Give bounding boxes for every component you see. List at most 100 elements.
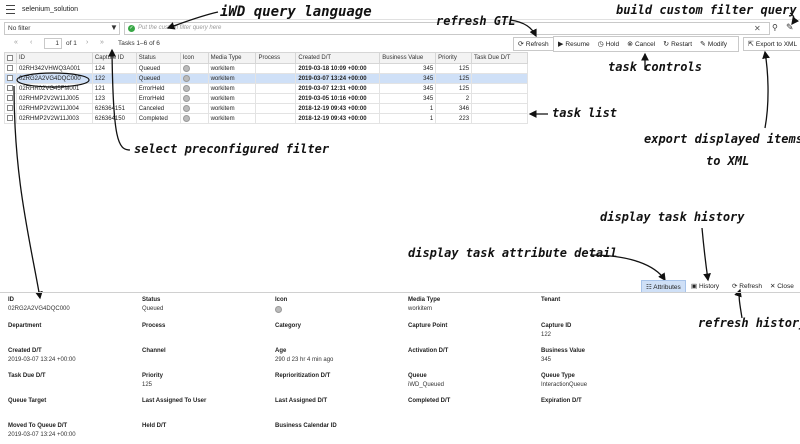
- export-xml-button[interactable]: ⇱ Export to XML: [743, 37, 800, 51]
- column-header[interactable]: Task Due D/T: [471, 52, 528, 64]
- column-header[interactable]: Created D/T: [295, 52, 381, 64]
- cell-capture-id: 124: [91, 63, 137, 74]
- menu-icon[interactable]: [6, 5, 15, 14]
- filter-select[interactable]: No filter: [4, 22, 120, 35]
- attr-label: Moved To Queue D/T: [8, 423, 68, 429]
- gear-icon: [179, 93, 209, 104]
- attr-label: Icon: [275, 297, 288, 303]
- gear-icon: [179, 83, 209, 94]
- cell-status: Queued: [135, 73, 181, 84]
- row-checkbox[interactable]: [4, 83, 17, 94]
- clear-icon[interactable]: ✕: [754, 24, 761, 33]
- refresh-icon: ⟳: [518, 41, 524, 48]
- clock-icon: ◷: [597, 41, 604, 48]
- attr-label: Queue: [408, 373, 427, 379]
- first-page-button[interactable]: «: [14, 39, 18, 46]
- cell-status: Canceled: [135, 103, 181, 114]
- resume-button[interactable]: ▶ Resume: [554, 40, 594, 48]
- attr-value: Queued: [142, 306, 164, 312]
- next-page-button[interactable]: ›: [86, 39, 88, 46]
- filter-dropdown-icon[interactable]: ▼: [110, 23, 118, 32]
- cell-status: ErrorHeld: [135, 93, 181, 104]
- modify-button[interactable]: ✎ Modify: [696, 40, 731, 48]
- refresh-list-button[interactable]: ⟳ Refresh: [513, 37, 554, 51]
- history-tab-label: History: [698, 283, 720, 290]
- search-icon[interactable]: ⚲: [772, 23, 778, 32]
- filter-builder-icon[interactable]: ✎: [786, 22, 794, 33]
- cell-id: 02RHMP2V2W11J005: [15, 93, 93, 104]
- cell-media-type: workitem: [207, 103, 257, 114]
- table-row[interactable]: 02RG2A2VG4DQC000 122 Queued workitem 201…: [4, 73, 528, 84]
- gear-icon: [179, 73, 209, 84]
- restart-button[interactable]: ↻ Restart: [659, 40, 696, 48]
- attr-label: Department: [8, 323, 42, 329]
- cell-due: [471, 63, 528, 74]
- attr-label: Reprioritization D/T: [275, 373, 331, 379]
- cell-created: 2019-03-07 13:24 +00:00: [295, 73, 381, 84]
- annotation-refresh-gtl: refresh GTL: [436, 14, 516, 28]
- cell-business-value: 1: [379, 113, 437, 124]
- row-checkbox[interactable]: [4, 113, 17, 124]
- refresh-history-label: Refresh: [739, 283, 763, 290]
- column-header[interactable]: Media Type: [207, 52, 257, 64]
- annotation-export-line2: to XML: [706, 154, 750, 168]
- table-row[interactable]: 02RHMP2V2W11J005 123 ErrorHeld workitem …: [4, 93, 528, 104]
- column-header[interactable]: Business Value: [379, 52, 437, 64]
- query-valid-icon: ✓: [128, 25, 135, 32]
- attr-label: Activation D/T: [408, 348, 449, 354]
- attr-value: 2019-03-07 13:24 +00:00: [8, 357, 76, 363]
- resume-label: Resume: [565, 41, 590, 48]
- cancel-button[interactable]: ⊗ Cancel: [623, 40, 659, 48]
- annotation-preconfigured-filter: select preconfigured filter: [134, 142, 330, 156]
- attr-value: iWD_Queued: [408, 382, 445, 388]
- attr-label: Created D/T: [8, 348, 42, 354]
- select-all-checkbox[interactable]: [4, 52, 17, 64]
- attr-value: 345: [541, 357, 552, 363]
- column-header[interactable]: ID: [15, 52, 93, 64]
- column-header[interactable]: Capture ID: [91, 52, 137, 64]
- history-icon: ▣: [691, 283, 699, 290]
- pencil-icon: ✎: [700, 41, 706, 48]
- table-row[interactable]: 02RHMP2V2W11J003 626364150 Completed wor…: [4, 113, 528, 124]
- attr-value: 125: [142, 382, 153, 388]
- annotation-task-controls: task controls: [608, 60, 702, 74]
- cell-due: [471, 93, 528, 104]
- row-checkbox[interactable]: [4, 73, 17, 84]
- annotation-export-line1: export displayed items: [644, 132, 800, 146]
- cell-process: [255, 93, 297, 104]
- cell-process: [255, 73, 297, 84]
- cell-media-type: workitem: [207, 93, 257, 104]
- cancel-label: Cancel: [634, 41, 656, 48]
- cell-media-type: workitem: [207, 113, 257, 124]
- cell-capture-id: 121: [91, 83, 137, 94]
- cell-due: [471, 103, 528, 114]
- column-header[interactable]: Process: [255, 52, 297, 64]
- attr-value: InteractionQueue: [541, 382, 588, 388]
- row-checkbox[interactable]: [4, 63, 17, 74]
- attributes-tab-label: Attributes: [653, 284, 681, 291]
- attr-label: Capture Point: [408, 323, 448, 329]
- cell-media-type: workitem: [207, 73, 257, 84]
- table-row[interactable]: 02RHR02VG45FM001 121 ErrorHeld workitem …: [4, 83, 528, 94]
- table-row[interactable]: 02RH342VHWQ3A001 124 Queued workitem 201…: [4, 63, 528, 74]
- cell-business-value: 345: [379, 73, 437, 84]
- hold-button[interactable]: ◷ Hold: [594, 40, 623, 48]
- cell-id: 02RH342VHWQ3A001: [15, 63, 93, 74]
- gear-icon: [179, 63, 209, 74]
- table-row[interactable]: 02RHMP2V2W11J004 626364151 Canceled work…: [4, 103, 528, 114]
- attr-label: ID: [8, 297, 14, 303]
- cell-capture-id: 123: [91, 93, 137, 104]
- cell-created: 2019-03-18 10:09 +00:00: [295, 63, 381, 74]
- column-header[interactable]: Priority: [435, 52, 473, 64]
- cell-business-value: 345: [379, 63, 437, 74]
- cell-created: 2019-03-05 10:16 +00:00: [295, 93, 381, 104]
- row-checkbox[interactable]: [4, 93, 17, 104]
- table-header: ID Capture ID Status Icon Media Type Pro…: [4, 52, 528, 64]
- prev-page-button[interactable]: ‹: [30, 39, 32, 46]
- cell-priority: 125: [435, 63, 473, 74]
- column-header[interactable]: Icon: [179, 52, 209, 64]
- column-header[interactable]: Status: [135, 52, 181, 64]
- row-checkbox[interactable]: [4, 103, 17, 114]
- last-page-button[interactable]: »: [100, 39, 104, 46]
- page-input[interactable]: 1: [44, 38, 62, 49]
